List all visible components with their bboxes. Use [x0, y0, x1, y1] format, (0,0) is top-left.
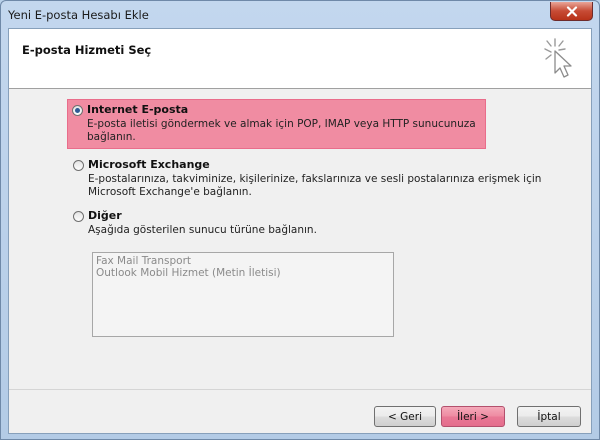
option-description: E-postalarınıza, takviminize, kişilerini… — [88, 173, 542, 198]
page-title: E-posta Hizmeti Seç — [22, 43, 152, 57]
option-microsoft-exchange[interactable]: Microsoft Exchange E-postalarınıza, takv… — [69, 157, 569, 199]
option-description: Aşağıda gösterilen sunucu türüne bağlanı… — [88, 224, 317, 236]
option-description: E-posta iletisi göndermek ve almak için … — [87, 118, 476, 143]
radio-microsoft-exchange[interactable] — [73, 160, 84, 171]
server-type-listbox[interactable]: Fax Mail Transport Outlook Mobil Hizmet … — [92, 252, 394, 337]
option-other[interactable]: Diğer Aşağıda gösterilen sunucu türüne b… — [69, 208, 485, 237]
button-bar: < Geri İleri > İptal — [9, 389, 591, 433]
list-item[interactable]: Outlook Mobil Hizmet (Metin İletisi) — [96, 267, 390, 279]
option-label: Internet E-posta — [87, 103, 189, 116]
wizard-header: E-posta Hizmeti Seç — [9, 29, 591, 89]
dialog-window: Yeni E-posta Hesabı Ekle E-posta Hizmeti… — [0, 0, 600, 440]
list-item[interactable]: Fax Mail Transport — [96, 255, 390, 267]
next-button[interactable]: İleri > — [441, 406, 505, 427]
radio-other[interactable] — [73, 211, 84, 222]
title-bar[interactable]: Yeni E-posta Hesabı Ekle — [1, 1, 599, 29]
wizard-sparkle-cursor-icon — [544, 38, 572, 78]
dialog-client-area: E-posta Hizmeti Seç Internet E-posta E-p… — [8, 28, 592, 434]
close-icon — [566, 5, 577, 17]
service-options: Internet E-posta E-posta iletisi gönderm… — [67, 99, 541, 246]
option-label: Microsoft Exchange — [88, 158, 210, 171]
radio-internet-email[interactable] — [72, 105, 83, 116]
option-internet-email[interactable]: Internet E-posta E-posta iletisi gönderm… — [67, 99, 486, 149]
cancel-button[interactable]: İptal — [517, 406, 581, 427]
back-button[interactable]: < Geri — [374, 406, 436, 427]
option-label: Diğer — [88, 209, 122, 222]
window-title: Yeni E-posta Hesabı Ekle — [8, 8, 149, 22]
close-button[interactable] — [550, 2, 593, 21]
